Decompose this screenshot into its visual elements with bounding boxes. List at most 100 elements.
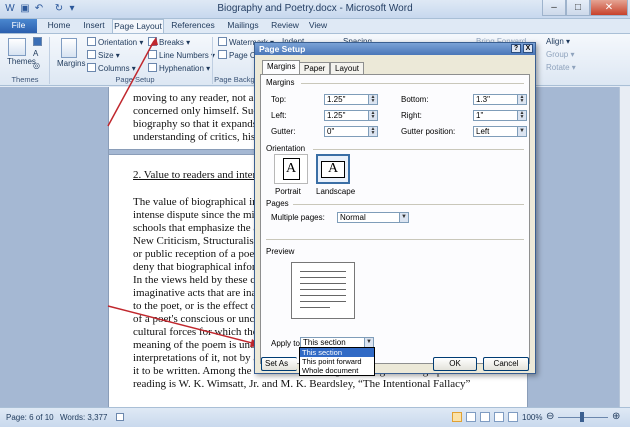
- rotate-button[interactable]: Rotate ▾: [546, 63, 576, 72]
- chevron-down-icon[interactable]: ▼: [517, 127, 526, 136]
- hyphenation-button[interactable]: Hyphenation ▾: [148, 63, 210, 73]
- apply-to-label: Apply to:: [271, 339, 303, 348]
- chevron-down-icon[interactable]: ▼: [364, 338, 373, 347]
- gutter-position-value: Left: [476, 127, 490, 136]
- gutter-position-label: Gutter position:: [401, 127, 456, 136]
- group-button[interactable]: Group ▾: [546, 50, 574, 59]
- minimize-button[interactable]: –: [542, 0, 566, 16]
- breaks-icon: [148, 37, 157, 46]
- gutter-field[interactable]: 0" ▲ ▼: [324, 126, 378, 137]
- zoom-out-icon[interactable]: ⊖: [546, 411, 554, 422]
- margins-section-label: Margins: [266, 78, 295, 87]
- tab-references[interactable]: References: [168, 19, 218, 33]
- orientation-icon: [87, 37, 96, 46]
- preview-line: [300, 301, 346, 302]
- breaks-label: Breaks ▾: [159, 38, 191, 47]
- doc-line: In the views held by these c: [133, 274, 256, 286]
- spinner-arrows-icon[interactable]: ▲ ▼: [368, 95, 377, 104]
- spinner-arrows-icon[interactable]: ▲ ▼: [368, 111, 377, 120]
- breaks-button[interactable]: Breaks ▾: [148, 37, 190, 47]
- right-margin-field[interactable]: 1" ▲ ▼: [473, 110, 527, 121]
- line-numbers-button[interactable]: Line Numbers ▾: [148, 50, 215, 60]
- theme-colors-icon[interactable]: [33, 37, 44, 47]
- apply-to-option-this-point-forward[interactable]: This point forward: [300, 357, 374, 366]
- portrait-icon: A: [282, 158, 300, 180]
- chevron-down-icon[interactable]: ▼: [399, 213, 408, 222]
- spinner-arrows-icon[interactable]: ▲ ▼: [368, 127, 377, 136]
- doc-line: moving to any reader, not a: [133, 92, 254, 104]
- tab-mailings[interactable]: Mailings: [223, 19, 263, 33]
- left-margin-field[interactable]: 1.25" ▲ ▼: [324, 110, 378, 121]
- cancel-button[interactable]: Cancel: [483, 357, 529, 371]
- top-margin-label: Top:: [271, 95, 287, 104]
- align-button[interactable]: Align ▾: [546, 37, 570, 46]
- section-divider: [313, 149, 524, 150]
- zoom-in-icon[interactable]: ⊕: [612, 411, 620, 422]
- close-button[interactable]: ✕: [590, 0, 628, 16]
- tab-review[interactable]: Review: [268, 19, 302, 33]
- draft-view-icon[interactable]: [508, 412, 518, 422]
- outline-view-icon[interactable]: [494, 412, 504, 422]
- columns-button[interactable]: Columns ▾: [87, 63, 136, 73]
- landscape-icon: A: [321, 160, 345, 178]
- status-bar: Page: 6 of 10 Words: 3,377 100% ⊖ ⊕: [0, 407, 630, 427]
- spinner-arrows-icon[interactable]: ▲ ▼: [517, 95, 526, 104]
- doc-line: imaginative acts that are ina: [133, 287, 257, 299]
- themes-button[interactable]: Themes: [7, 57, 36, 66]
- doc-line: reading is W. K. Wimsatt, Jr. and M. K. …: [133, 378, 471, 390]
- dialog-close-button[interactable]: X: [523, 44, 533, 53]
- bottom-margin-field[interactable]: 1.3" ▲ ▼: [473, 94, 527, 105]
- preview-line: [300, 289, 346, 290]
- apply-to-option-this-section[interactable]: This section: [300, 348, 374, 357]
- columns-icon: [87, 63, 96, 72]
- maximize-button[interactable]: □: [566, 0, 590, 16]
- full-screen-view-icon[interactable]: [466, 412, 476, 422]
- theme-effects-icon[interactable]: ◎: [33, 61, 40, 70]
- vertical-scrollbar[interactable]: [619, 87, 630, 407]
- theme-fonts-icon[interactable]: A: [33, 49, 38, 58]
- word-count[interactable]: Words: 3,377: [60, 413, 107, 422]
- ok-button[interactable]: OK: [433, 357, 477, 371]
- size-button[interactable]: Size ▾: [87, 50, 120, 60]
- margins-icon[interactable]: [61, 38, 77, 58]
- preview-line: [300, 271, 346, 272]
- dialog-title: Page Setup: [259, 44, 306, 54]
- zoom-level[interactable]: 100%: [522, 413, 542, 422]
- doc-line: The value of biographical in: [133, 196, 258, 208]
- apply-to-option-whole-document[interactable]: Whole document: [300, 366, 374, 375]
- themes-icon[interactable]: [8, 38, 26, 56]
- page-count[interactable]: Page: 6 of 10: [6, 413, 54, 422]
- landscape-option[interactable]: A: [316, 154, 350, 184]
- doc-line: New Criticism, Structuralism: [133, 235, 263, 247]
- doc-line: concerned only himself. Suc: [133, 105, 259, 117]
- tab-margins[interactable]: Margins: [262, 60, 301, 75]
- doc-line: intense dispute since the mi: [133, 209, 255, 221]
- proofing-icon[interactable]: [116, 413, 124, 421]
- portrait-option[interactable]: A: [274, 154, 308, 184]
- gutter-value: 0": [327, 127, 335, 136]
- margins-button[interactable]: Margins: [57, 59, 85, 68]
- web-layout-view-icon[interactable]: [480, 412, 490, 422]
- zoom-slider-thumb[interactable]: [580, 412, 584, 422]
- doc-line: biography so that it expands: [133, 118, 258, 130]
- tab-view[interactable]: View: [305, 19, 331, 33]
- top-margin-field[interactable]: 1.25" ▲ ▼: [324, 94, 378, 105]
- right-margin-label: Right:: [401, 111, 422, 120]
- orientation-button[interactable]: Orientation ▾: [87, 37, 143, 47]
- tab-file[interactable]: File: [0, 19, 37, 33]
- tab-page-layout[interactable]: Page Layout: [112, 19, 164, 33]
- tab-insert[interactable]: Insert: [78, 19, 110, 33]
- spinner-arrows-icon[interactable]: ▲ ▼: [517, 111, 526, 120]
- print-layout-view-icon[interactable]: [452, 412, 462, 422]
- help-button[interactable]: ?: [511, 44, 521, 53]
- bottom-margin-label: Bottom:: [401, 95, 429, 104]
- tab-home[interactable]: Home: [44, 19, 74, 33]
- right-margin-value: 1": [476, 111, 484, 120]
- hyphenation-icon: [148, 63, 157, 72]
- set-as-default-button[interactable]: Set As Defa: [261, 357, 297, 371]
- preview-line: [300, 295, 346, 296]
- gutter-position-select[interactable]: Left ▼: [473, 126, 527, 137]
- multiple-pages-select[interactable]: Normal ▼: [337, 212, 409, 223]
- hyphenation-label: Hyphenation ▾: [159, 64, 211, 73]
- doc-line: meaning of the poem is und: [133, 339, 256, 351]
